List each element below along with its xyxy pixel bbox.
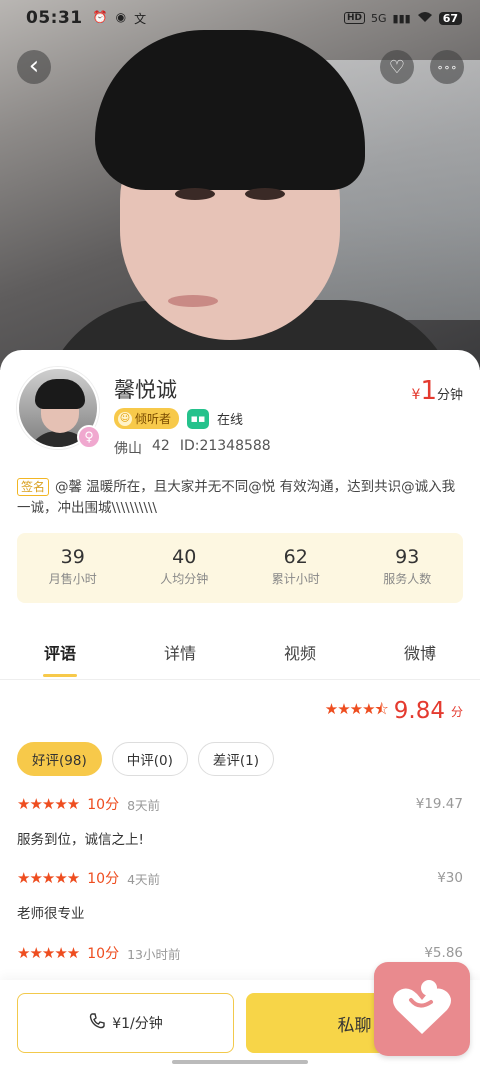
battery-icon: 67 bbox=[438, 11, 462, 25]
status-time: 05:31 bbox=[26, 8, 83, 28]
phone-icon bbox=[88, 1012, 106, 1034]
network-label: 5G bbox=[370, 11, 387, 25]
favorite-button[interactable]: ♡ bbox=[380, 50, 414, 84]
back-button[interactable]: ‹ bbox=[17, 50, 51, 84]
stat-total-hours: 62 累计小时 bbox=[240, 533, 352, 603]
alarm-icon: ⏰ bbox=[92, 9, 108, 24]
stat-value: 62 bbox=[283, 546, 308, 568]
stat-label: 月售小时 bbox=[48, 572, 97, 586]
rating-unit: 分 bbox=[450, 704, 463, 719]
review-amount: ¥30 bbox=[437, 870, 463, 886]
call-button[interactable]: ¥1/分钟 bbox=[17, 993, 234, 1053]
overall-rating: ★★★★⯪ 9.84 分 bbox=[325, 698, 463, 724]
floating-heart-button[interactable] bbox=[374, 962, 470, 1056]
review-amount: ¥5.86 bbox=[424, 945, 463, 961]
review-stars-icon: ★★★★★ bbox=[17, 795, 80, 813]
review-time: 13小时前 bbox=[127, 946, 181, 962]
profile-meta: 佛山 42 ID:21348588 bbox=[114, 438, 271, 458]
avatar-hair bbox=[35, 379, 85, 409]
stat-monthly-hours: 39 月售小时 bbox=[17, 533, 129, 603]
photo-hair bbox=[95, 30, 365, 190]
review-header: ★★★★★ 10分 4天前 ¥30 bbox=[17, 868, 463, 888]
stat-label: 人均分钟 bbox=[160, 572, 209, 586]
rating-score: 9.84 bbox=[393, 698, 445, 724]
stat-value: 39 bbox=[60, 546, 85, 568]
stat-clients-served: 93 服务人数 bbox=[352, 533, 464, 603]
tab-details[interactable]: 详情 bbox=[120, 622, 240, 679]
stat-value: 93 bbox=[395, 546, 420, 568]
review-points: 10分 bbox=[87, 946, 120, 962]
call-button-label: ¥1/分钟 bbox=[112, 1016, 163, 1032]
profile-id: ID:21348588 bbox=[179, 438, 271, 454]
profile-city: 佛山 bbox=[114, 441, 142, 457]
profile-age: 42 bbox=[152, 438, 170, 454]
tag-row: ☺ 倾听者 ▪▪ 在线 bbox=[114, 408, 243, 429]
photo-mouth bbox=[168, 295, 218, 307]
filter-negative[interactable]: 差评(1) bbox=[197, 742, 274, 776]
photo-eye-left bbox=[175, 188, 215, 200]
more-dots-icon: ∘∘∘ bbox=[436, 60, 458, 74]
review-text: 服务到位，诚信之上! bbox=[17, 832, 144, 848]
review-text: 老师很专业 bbox=[17, 906, 85, 922]
rating-stars-icon: ★★★★⯪ bbox=[324, 699, 389, 718]
hd-icon: HD bbox=[343, 12, 365, 24]
signal-icon: ▮▮▮ bbox=[392, 11, 411, 25]
heart-person-icon bbox=[389, 974, 455, 1044]
signature: 签名 @馨 温暖所在，且大家并无不同@悦 有效沟通，达到共识@诚入我一诚，冲出围城… bbox=[17, 477, 465, 519]
chevron-left-icon: ‹ bbox=[28, 50, 40, 81]
listener-badge: ☺ 倾听者 bbox=[114, 408, 180, 429]
price-unit: 分钟 bbox=[436, 388, 463, 403]
more-button[interactable]: ∘∘∘ bbox=[430, 50, 464, 84]
price-per-minute: ¥1分钟 bbox=[412, 376, 463, 406]
review-points: 10分 bbox=[87, 871, 120, 887]
filter-positive[interactable]: 好评(98) bbox=[17, 742, 102, 776]
status-right: HD 5G ▮▮▮ 67 bbox=[343, 11, 462, 26]
status-bar: 05:31 ⏰ ◉ 文 HD 5G ▮▮▮ 67 bbox=[0, 0, 480, 36]
signature-text: @馨 温暖所在，且大家并无不同@悦 有效沟通，达到共识@诚入我一诚，冲出围城\\… bbox=[17, 479, 456, 516]
stat-label: 累计小时 bbox=[271, 572, 320, 586]
home-indicator[interactable] bbox=[172, 1060, 308, 1064]
review-item: ★★★★★ 10分 8天前 ¥19.47 服务到位，诚信之上! bbox=[17, 794, 463, 848]
price-value: 1 bbox=[420, 376, 437, 406]
tab-weibo[interactable]: 微博 bbox=[360, 622, 480, 679]
review-item: ★★★★★ 10分 13小时前 ¥5.86 bbox=[17, 943, 463, 963]
status-app-icons: ⏰ ◉ 文 bbox=[93, 10, 146, 27]
signature-label: 签名 bbox=[17, 478, 50, 496]
stat-avg-minutes: 40 人均分钟 bbox=[129, 533, 241, 603]
listener-badge-icon: ☺ bbox=[118, 411, 132, 426]
review-stars-icon: ★★★★★ bbox=[17, 944, 80, 962]
tab-bar: 评语 详情 视频 微博 bbox=[0, 622, 480, 680]
private-chat-label: 私聊 bbox=[337, 1015, 372, 1036]
profile-name: 馨悦诚 bbox=[114, 378, 177, 402]
review-header: ★★★★★ 10分 13小时前 ¥5.86 bbox=[17, 943, 463, 963]
profile-card: ♀ 馨悦诚 ¥1分钟 ☺ 倾听者 ▪▪ 在线 佛山 42 ID:21348588… bbox=[0, 350, 480, 620]
chat-bubble-icon: ▪▪ bbox=[187, 408, 210, 429]
review-item: ★★★★★ 10分 4天前 ¥30 老师很专业 bbox=[17, 868, 463, 922]
review-amount: ¥19.47 bbox=[415, 796, 463, 812]
stats-panel: 39 月售小时 40 人均分钟 62 累计小时 93 服务人数 bbox=[17, 533, 463, 603]
app-icon: ◉ bbox=[115, 9, 127, 24]
heart-outline-icon: ♡ bbox=[388, 56, 406, 78]
online-status: 在线 bbox=[217, 413, 244, 428]
review-time: 8天前 bbox=[127, 797, 161, 813]
photo-eye-right bbox=[245, 188, 285, 200]
review-points: 10分 bbox=[87, 797, 120, 813]
review-stars-icon: ★★★★★ bbox=[17, 869, 80, 887]
review-time: 4天前 bbox=[127, 871, 161, 887]
stat-value: 40 bbox=[172, 546, 197, 568]
wifi-icon bbox=[417, 11, 433, 26]
translate-icon: 文 bbox=[134, 11, 147, 26]
stat-label: 服务人数 bbox=[383, 572, 432, 586]
filter-neutral[interactable]: 中评(0) bbox=[111, 742, 188, 776]
tab-videos[interactable]: 视频 bbox=[240, 622, 360, 679]
review-filters: 好评(98) 中评(0) 差评(1) bbox=[17, 742, 274, 776]
tab-reviews[interactable]: 评语 bbox=[0, 622, 120, 679]
listener-badge-label: 倾听者 bbox=[135, 412, 172, 426]
review-header: ★★★★★ 10分 8天前 ¥19.47 bbox=[17, 794, 463, 814]
female-icon: ♀ bbox=[77, 425, 101, 449]
